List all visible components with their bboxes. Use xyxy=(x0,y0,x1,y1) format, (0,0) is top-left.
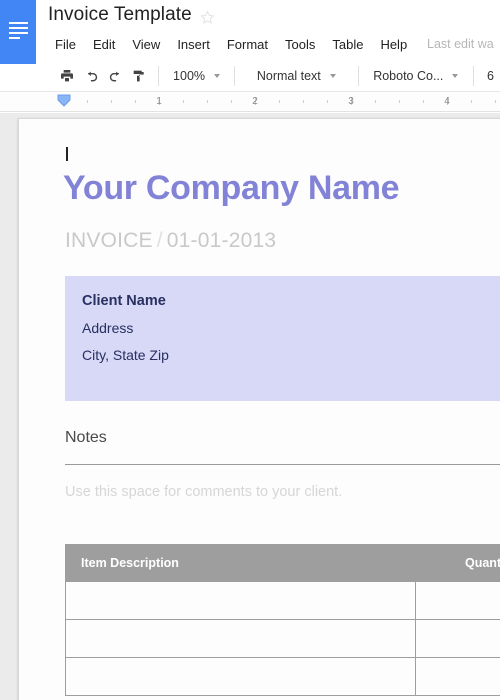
ruler[interactable]: 1 2 3 4 xyxy=(0,92,500,112)
notes-heading[interactable]: Notes xyxy=(65,429,107,447)
ruler-tick-minor xyxy=(423,100,424,103)
toolbar-group-actions xyxy=(55,61,151,92)
paragraph-style-dropdown[interactable]: Normal text xyxy=(242,64,350,88)
toolbar-separator xyxy=(473,66,475,86)
menu-item-edit[interactable]: Edit xyxy=(93,35,124,54)
ruler-tick-minor xyxy=(327,100,328,103)
ruler-tick-minor xyxy=(87,100,88,103)
table-row[interactable] xyxy=(66,658,500,696)
client-address: Address xyxy=(82,320,134,336)
client-city-state-zip: City, State Zip xyxy=(82,347,169,363)
notes-divider xyxy=(65,464,500,465)
document-canvas[interactable]: Your Company Name INVOICE/01-01-2013 Cli… xyxy=(0,113,500,700)
ruler-tick-minor xyxy=(375,100,376,103)
paragraph-style-value: Normal text xyxy=(256,69,321,83)
toolbar-separator xyxy=(158,66,159,86)
ruler-number: 1 xyxy=(156,96,162,107)
ruler-number: 4 xyxy=(444,96,450,107)
ruler-tick-minor xyxy=(231,100,232,103)
column-divider xyxy=(415,620,416,657)
toolbar: 100% Normal text Roboto Co... 6 xyxy=(0,61,500,92)
text-cursor xyxy=(66,147,68,161)
toolbar-accent-bar xyxy=(0,61,36,64)
menu-bar: File Edit View Insert Format Tools Table… xyxy=(55,35,416,54)
ruler-tick-minor xyxy=(471,100,472,103)
column-divider xyxy=(415,658,416,695)
menu-item-format[interactable]: Format xyxy=(227,35,277,54)
client-name: Client Name xyxy=(82,293,166,309)
docs-home-button[interactable] xyxy=(0,0,36,61)
font-family-value: Roboto Co... xyxy=(373,69,444,83)
font-family-dropdown[interactable]: Roboto Co... xyxy=(366,64,467,88)
column-divider xyxy=(415,582,416,619)
toolbar-separator xyxy=(234,66,236,86)
title-row: Invoice Template xyxy=(48,4,215,26)
ruler-tick-minor xyxy=(207,100,208,103)
ruler-tick-minor xyxy=(111,100,112,103)
ruler-tick-minor xyxy=(279,100,280,103)
ruler-number: 3 xyxy=(348,96,354,107)
items-table-header-row: Item Description Quantit xyxy=(65,544,500,582)
document-page[interactable]: Your Company Name INVOICE/01-01-2013 Cli… xyxy=(18,118,500,700)
zoom-value: 100% xyxy=(173,69,206,83)
ruler-tick-minor xyxy=(399,100,400,103)
client-info-block[interactable]: Client Name Address City, State Zip xyxy=(65,276,500,401)
notes-placeholder-text[interactable]: Use this space for comments to your clie… xyxy=(65,484,342,500)
docs-editor-window: Invoice Template File Edit View Insert F… xyxy=(0,0,500,700)
menu-item-view[interactable]: View xyxy=(132,35,169,54)
column-header-quantity: Quantit xyxy=(465,556,500,570)
items-table[interactable]: Item Description Quantit xyxy=(65,544,500,696)
column-header-item-description: Item Description xyxy=(81,556,179,570)
ruler-ticks: 1 2 3 4 xyxy=(0,92,500,111)
ruler-tick-minor xyxy=(495,100,496,103)
chevron-down-icon xyxy=(452,74,459,78)
paint-format-icon[interactable] xyxy=(127,64,151,88)
items-table-body xyxy=(65,582,500,696)
toolbar-separator xyxy=(357,66,359,86)
chevron-down-icon xyxy=(214,74,221,78)
menu-item-help[interactable]: Help xyxy=(380,35,416,54)
print-icon[interactable] xyxy=(55,64,79,88)
menu-item-file[interactable]: File xyxy=(55,35,85,54)
ruler-tick-minor xyxy=(183,100,184,103)
menu-item-insert[interactable]: Insert xyxy=(177,35,219,54)
ruler-number: 2 xyxy=(252,96,258,107)
menu-item-tools[interactable]: Tools xyxy=(285,35,324,54)
star-outline-icon[interactable] xyxy=(200,9,215,25)
table-row[interactable] xyxy=(66,582,500,620)
invoice-date: 01-01-2013 xyxy=(166,229,277,252)
ruler-tick-minor xyxy=(135,100,136,103)
menu-item-table[interactable]: Table xyxy=(332,35,372,54)
invoice-label: INVOICE xyxy=(65,229,153,252)
invoice-meta-line[interactable]: INVOICE/01-01-2013 xyxy=(65,229,276,253)
zoom-dropdown[interactable]: 100% xyxy=(166,64,227,88)
table-row[interactable] xyxy=(66,620,500,658)
invoice-separator: / xyxy=(156,229,163,252)
font-size-value[interactable]: 6 xyxy=(481,69,500,83)
undo-icon[interactable] xyxy=(79,64,103,88)
chevron-down-icon xyxy=(329,74,336,78)
redo-icon[interactable] xyxy=(103,64,127,88)
document-title[interactable]: Invoice Template xyxy=(48,4,192,26)
indent-marker-icon[interactable] xyxy=(57,94,71,108)
last-edit-status[interactable]: Last edit wa xyxy=(427,37,494,51)
document-lines-icon xyxy=(8,22,28,39)
ruler-tick-minor xyxy=(303,100,304,103)
company-name-heading[interactable]: Your Company Name xyxy=(63,169,400,208)
